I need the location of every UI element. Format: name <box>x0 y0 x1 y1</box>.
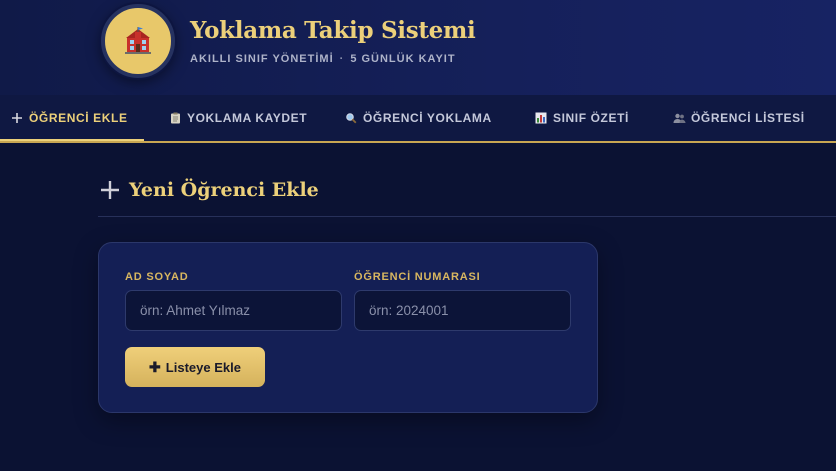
school-building-icon <box>125 27 151 54</box>
name-label: AD SOYAD <box>125 271 189 283</box>
clipboard-icon <box>168 111 182 125</box>
plus-icon <box>10 111 24 125</box>
student-number-label: ÖĞRENCİ NUMARASI <box>354 271 481 283</box>
tab-sinif-ozeti[interactable]: SINIF ÖZETİ <box>534 95 629 141</box>
app-title: Yoklama Takip Sistemi <box>190 17 476 44</box>
student-number-input[interactable] <box>354 290 571 331</box>
tab-label: ÖĞRENCİ YOKLAMA <box>363 111 492 125</box>
tab-ogrenci-ekle[interactable]: ÖĞRENCİ EKLE <box>0 95 144 141</box>
add-to-list-button[interactable]: ✚ Listeye Ekle <box>125 347 265 387</box>
app-subtitle-separator: · <box>339 53 345 65</box>
tab-ogrenci-listesi[interactable]: ÖĞRENCİ LİSTESİ <box>672 95 805 141</box>
add-student-card: AD SOYAD ÖĞRENCİ NUMARASI ✚ Listeye Ekle <box>98 242 598 413</box>
app-subtitle: AKILLI SINIF YÖNETİMİ · 5 GÜNLÜK KAYIT <box>190 53 456 65</box>
section-title: Yeni Öğrenci Ekle <box>100 179 319 201</box>
app-subtitle-left: AKILLI SINIF YÖNETİMİ <box>190 53 334 65</box>
app-subtitle-right: 5 GÜNLÜK KAYIT <box>350 53 456 65</box>
main-nav: ÖĞRENCİ EKLE YOKLAMA KAYDET ÖĞRENCİ YOKL… <box>0 95 836 143</box>
tab-label: ÖĞRENCİ LİSTESİ <box>691 111 805 125</box>
app-header: Yoklama Takip Sistemi AKILLI SINIF YÖNET… <box>0 0 836 95</box>
tab-label: YOKLAMA KAYDET <box>187 111 308 125</box>
app-logo <box>101 4 175 78</box>
add-to-list-label: Listeye Ekle <box>165 359 241 375</box>
tab-label: SINIF ÖZETİ <box>553 111 629 125</box>
tab-yoklama-kaydet[interactable]: YOKLAMA KAYDET <box>168 95 307 141</box>
name-input[interactable] <box>125 290 342 331</box>
section-title-text: Yeni Öğrenci Ekle <box>129 179 319 201</box>
plus-icon <box>101 181 119 199</box>
section-divider <box>98 216 836 217</box>
users-icon <box>672 111 686 125</box>
tab-label: ÖĞRENCİ EKLE <box>29 111 128 125</box>
plus-icon: ✚ <box>149 358 161 375</box>
bar-chart-icon <box>534 111 548 125</box>
tab-ogrenci-yoklama[interactable]: ÖĞRENCİ YOKLAMA <box>344 95 492 141</box>
magnifier-icon <box>344 111 358 125</box>
